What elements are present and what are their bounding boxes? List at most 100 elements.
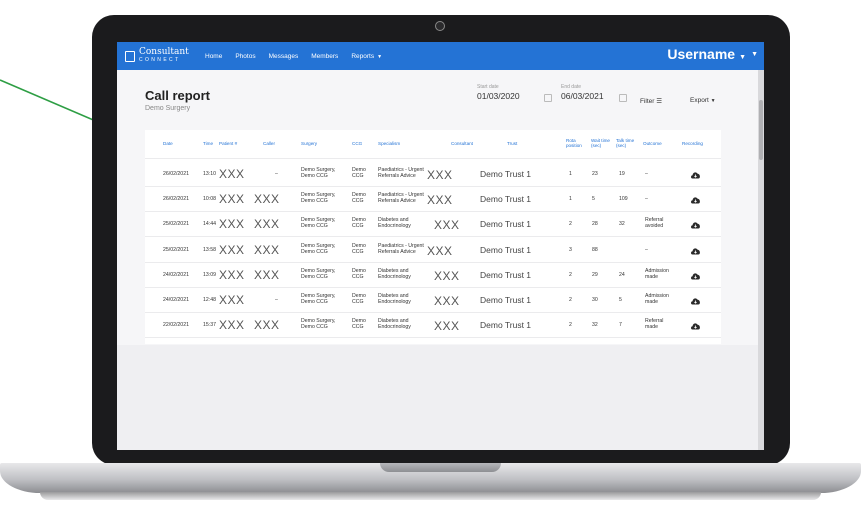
surgery-cell: Demo Surgery, Demo CCG bbox=[301, 318, 336, 330]
end-date-field[interactable]: End date 06/03/2021 bbox=[561, 84, 604, 101]
cloud-download-icon[interactable] bbox=[690, 220, 701, 229]
patient-cell: XXX bbox=[219, 318, 245, 332]
app-logo[interactable]: Consultant CONNECT bbox=[125, 48, 191, 64]
table-row[interactable]: 22/02/2021 15:37 XXX XXX Demo Surgery, Demo … bbox=[145, 313, 721, 338]
start-date-field[interactable]: Start date 01/03/2020 bbox=[477, 84, 520, 101]
filter-icon: ☰ bbox=[656, 98, 663, 105]
column-header[interactable]: CCG bbox=[352, 141, 362, 146]
call-table: Date Time Patient # Caller Surgery CCG Special… bbox=[145, 130, 721, 344]
surgery-cell: Demo Surgery, Demo CCG bbox=[301, 268, 336, 280]
patient-cell: XXX bbox=[219, 268, 245, 282]
column-header[interactable]: Recording bbox=[682, 141, 703, 146]
export-button[interactable]: Export ▼ bbox=[690, 97, 716, 104]
time-cell: 14:44 bbox=[203, 221, 216, 227]
username: Username bbox=[667, 46, 736, 62]
filter-label: Filter bbox=[640, 98, 655, 105]
scrollbar-thumb[interactable] bbox=[759, 100, 763, 160]
trust-cell: Demo Trust 1 bbox=[480, 219, 532, 229]
ccg-cell: Demo CCG bbox=[352, 192, 366, 204]
date-cell: 24/02/2021 bbox=[163, 297, 189, 303]
wait-time-cell: 29 bbox=[592, 272, 598, 278]
surgery-cell: Demo Surgery, Demo CCG bbox=[301, 293, 336, 305]
outcome-cell: Admission made bbox=[645, 268, 669, 280]
table-row[interactable]: 26/02/2021 10:08 XXX XXX Demo Surgery, Demo … bbox=[145, 187, 721, 212]
date-cell: 24/02/2021 bbox=[163, 272, 189, 278]
caller-cell: XXX bbox=[254, 217, 280, 231]
ccg-cell: Demo CCG bbox=[352, 293, 366, 305]
wait-time-cell: 28 bbox=[592, 221, 598, 227]
surgery-cell: Demo Surgery, Demo CCG bbox=[301, 192, 336, 204]
column-header[interactable]: Consultant bbox=[451, 141, 473, 146]
caller-cell: XXX bbox=[254, 243, 280, 257]
user-menu[interactable]: Username ▼ bbox=[667, 46, 746, 62]
nav-reports[interactable]: Reports ▼ bbox=[351, 53, 382, 60]
outcome-cell: Admission made bbox=[645, 293, 669, 305]
consultant-cell: XXX bbox=[427, 168, 453, 182]
column-header[interactable]: Trust bbox=[507, 141, 517, 146]
outcome-cell: Referral made bbox=[645, 318, 664, 330]
nav-members[interactable]: Members bbox=[311, 53, 338, 60]
wait-time-cell: 5 bbox=[592, 196, 595, 202]
page-subtitle: Demo Surgery bbox=[145, 105, 191, 112]
export-label: Export bbox=[690, 97, 709, 104]
column-header[interactable]: Caller bbox=[263, 141, 275, 146]
patient-cell: XXX bbox=[219, 293, 245, 307]
ccg-cell: Demo CCG bbox=[352, 318, 366, 330]
table-row[interactable]: 26/02/2021 13:10 XXX – Demo Surgery, Demo CC… bbox=[145, 162, 721, 187]
table-row[interactable]: 25/02/2021 14:44 XXX XXX Demo Surgery, Demo … bbox=[145, 212, 721, 237]
table-row[interactable]: 24/02/2021 12:48 XXX – Demo Surgery, Demo CC… bbox=[145, 288, 721, 313]
filter-button[interactable]: Filter ☰ bbox=[640, 97, 662, 105]
trust-cell: Demo Trust 1 bbox=[480, 245, 532, 255]
cloud-download-icon[interactable] bbox=[690, 321, 701, 330]
laptop-notch bbox=[380, 463, 501, 472]
chevron-down-icon[interactable]: ▼ bbox=[751, 51, 758, 58]
trust-cell: Demo Trust 1 bbox=[480, 320, 532, 330]
column-header[interactable]: Talk time (sec) bbox=[616, 138, 638, 148]
page-title: Call report bbox=[145, 88, 211, 103]
rota-cell: 2 bbox=[569, 297, 572, 303]
wait-time-cell: 32 bbox=[592, 322, 598, 328]
rota-cell: 1 bbox=[569, 171, 572, 177]
cloud-download-icon[interactable] bbox=[690, 246, 701, 255]
outcome-cell: – bbox=[645, 196, 648, 202]
cloud-download-icon[interactable] bbox=[690, 296, 701, 305]
column-header[interactable]: Patient # bbox=[219, 141, 237, 146]
cloud-download-icon[interactable] bbox=[690, 271, 701, 280]
cloud-download-icon[interactable] bbox=[690, 195, 701, 204]
column-header[interactable]: Wait time (sec) bbox=[591, 138, 613, 148]
specialism-cell: Diabetes and Endocrinology bbox=[378, 318, 411, 330]
patient-cell: XXX bbox=[219, 192, 245, 206]
time-cell: 13:10 bbox=[203, 171, 216, 177]
table-header-row: Date Time Patient # Caller Surgery CCG Special… bbox=[145, 130, 721, 159]
column-header[interactable]: Outcome bbox=[643, 141, 662, 146]
outcome-cell: – bbox=[645, 171, 648, 177]
patient-cell: XXX bbox=[219, 243, 245, 257]
ccg-cell: Demo CCG bbox=[352, 243, 366, 255]
patient-cell: XXX bbox=[219, 167, 245, 181]
table-row[interactable]: 24/02/2021 13:09 XXX XXX Demo Surgery, Demo … bbox=[145, 263, 721, 288]
talk-time-cell: 32 bbox=[619, 221, 625, 227]
calendar-icon[interactable] bbox=[544, 94, 552, 102]
nav-home[interactable]: Home bbox=[205, 53, 222, 60]
date-cell: 26/02/2021 bbox=[163, 196, 189, 202]
screen: Consultant CONNECT Home Photos Messages … bbox=[117, 42, 764, 450]
caller-cell: – bbox=[275, 297, 278, 303]
column-header[interactable]: Specialism bbox=[378, 141, 400, 146]
chevron-down-icon: ▼ bbox=[739, 54, 746, 61]
table-row[interactable]: 25/02/2021 13:58 XXX XXX Demo Surgery, Demo … bbox=[145, 238, 721, 263]
column-header[interactable]: Date bbox=[163, 141, 173, 146]
cloud-download-icon[interactable] bbox=[690, 170, 701, 179]
screen-lower-area bbox=[117, 345, 758, 450]
surgery-cell: Demo Surgery, Demo CCG bbox=[301, 217, 336, 229]
consultant-cell: XXX bbox=[434, 319, 460, 333]
column-header[interactable]: Time bbox=[203, 141, 213, 146]
calendar-icon[interactable] bbox=[619, 94, 627, 102]
time-cell: 13:58 bbox=[203, 247, 216, 253]
nav-messages[interactable]: Messages bbox=[269, 53, 299, 60]
nav-photos[interactable]: Photos bbox=[235, 53, 255, 60]
scrollbar[interactable] bbox=[758, 70, 764, 450]
time-cell: 12:48 bbox=[203, 297, 216, 303]
column-header[interactable]: Rota position bbox=[566, 138, 588, 148]
rota-cell: 3 bbox=[569, 247, 572, 253]
column-header[interactable]: Surgery bbox=[301, 141, 317, 146]
